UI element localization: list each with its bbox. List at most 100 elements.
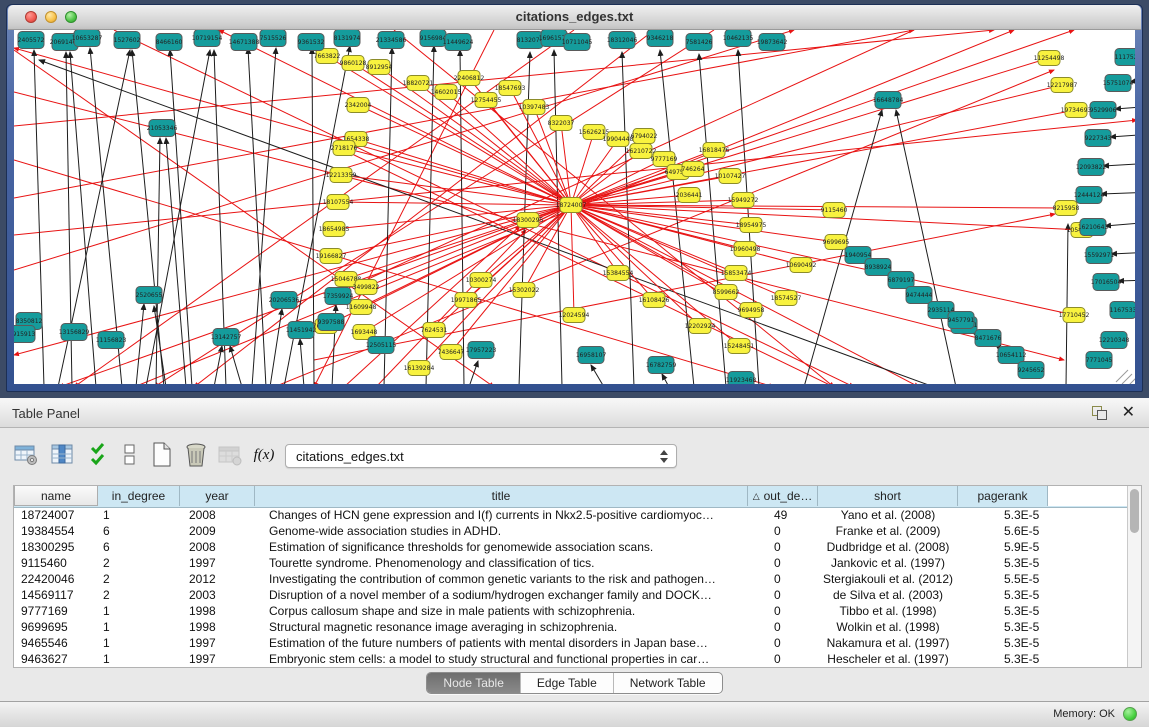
network-node[interactable]: 15949272 [728, 193, 759, 208]
network-node[interactable]: 18820721 [403, 76, 434, 91]
table-cell[interactable]: 19384554 [14, 523, 98, 539]
table-cell[interactable]: 2008 [180, 539, 255, 555]
table-cell[interactable]: 9115460 [14, 555, 98, 571]
column-header-short[interactable]: short [818, 486, 958, 506]
table-cell[interactable]: 0 [748, 619, 818, 635]
network-canvas[interactable]: 1872400783220371562621519904448679402216… [14, 30, 1135, 384]
table-row[interactable]: 1872400712008Changes of HCN gene express… [14, 507, 1127, 523]
network-node[interactable]: 15592971 [1084, 247, 1115, 264]
column-header-year[interactable]: year [180, 486, 255, 506]
network-node[interactable]: 8471676 [975, 330, 1002, 347]
network-node[interactable]: 14602015 [431, 85, 462, 100]
network-node[interactable]: 2718176 [331, 141, 358, 156]
table-cell[interactable]: 0 [748, 651, 818, 667]
network-node[interactable]: 20206536 [269, 292, 300, 309]
table-cell[interactable]: 1997 [180, 555, 255, 571]
network-node[interactable]: 7436647 [438, 345, 465, 360]
network-node[interactable]: 19873642 [757, 34, 788, 51]
float-panel-icon[interactable] [1092, 406, 1107, 420]
network-node[interactable]: 12444124 [1074, 187, 1105, 204]
column-header-out_de[interactable]: △out_de… [748, 486, 818, 506]
table-cell[interactable]: 5.3E-5 [958, 587, 1048, 603]
table-cell[interactable]: Stergiakouli et al. (2012) [818, 571, 958, 587]
table-cell[interactable]: Corpus callosum shape and size in male p… [255, 603, 748, 619]
column-header-name[interactable]: name [14, 486, 98, 506]
table-cell[interactable]: Tourette syndrome. Phenomenology and cla… [255, 555, 748, 571]
network-node[interactable]: 9457791 [948, 312, 975, 329]
window-titlebar[interactable]: citations_edges.txt [8, 5, 1141, 30]
network-node[interactable]: 12093822 [1076, 159, 1107, 176]
network-node[interactable]: 2520655 [136, 287, 163, 304]
network-node[interactable]: 7771045 [1086, 352, 1113, 369]
network-node[interactable]: 10397483 [519, 100, 550, 115]
delete-table-icon[interactable] [216, 440, 244, 470]
network-node[interactable]: 10960498 [730, 242, 761, 257]
table-cell[interactable]: 2 [98, 587, 180, 603]
network-node[interactable]: 16782759 [646, 357, 677, 374]
network-node[interactable]: 9860128 [340, 56, 367, 71]
close-panel-icon[interactable]: ✕ [1122, 403, 1135, 423]
table-selector[interactable]: citations_edges.txt [285, 444, 677, 468]
network-node[interactable]: 12505115 [366, 337, 397, 354]
table-cell[interactable]: 2 [98, 555, 180, 571]
network-node[interactable]: 12202924 [685, 319, 716, 334]
table-cell[interactable]: 5.9E-5 [958, 539, 1048, 555]
table-cell[interactable]: 5.3E-5 [958, 635, 1048, 651]
network-node[interactable]: 10300274 [466, 273, 497, 288]
table-cell[interactable]: Yano et al. (2008) [818, 507, 958, 523]
network-node[interactable]: 8466160 [156, 34, 183, 51]
table-cell[interactable]: Wolkin et al. (1998) [818, 619, 958, 635]
network-node[interactable]: 3915913 [14, 326, 36, 343]
network-node[interactable]: 16210643 [1078, 219, 1109, 236]
show-columns-icon[interactable] [48, 440, 76, 470]
network-node[interactable]: 15248451 [724, 339, 755, 354]
table-cell[interactable]: Estimation of significance thresholds fo… [255, 539, 748, 555]
network-node[interactable]: 19734693 [1061, 103, 1092, 118]
network-node[interactable]: 11156823 [96, 332, 127, 349]
table-mode-icon[interactable] [12, 440, 40, 470]
table-cell[interactable]: 9777169 [14, 603, 98, 619]
table-cell[interactable]: Franke et al. (2009) [818, 523, 958, 539]
table-cell[interactable]: 14569117 [14, 587, 98, 603]
network-node[interactable]: 11451942 [286, 322, 317, 339]
table-cell[interactable]: Tibbo et al. (1998) [818, 603, 958, 619]
network-node[interactable]: 11449624 [443, 34, 474, 51]
network-node[interactable]: 7515526 [260, 30, 287, 47]
canvas-resize-grip[interactable] [1116, 370, 1135, 384]
tab-network-table[interactable]: Network Table [614, 673, 722, 693]
table-cell[interactable]: 0 [748, 555, 818, 571]
table-cell[interactable]: 5.3E-5 [958, 507, 1048, 523]
table-cell[interactable]: 2009 [180, 523, 255, 539]
network-node[interactable]: 16139284 [404, 361, 435, 376]
network-node[interactable]: 2405572 [18, 32, 45, 49]
network-node[interactable]: 18107554 [323, 195, 354, 210]
table-cell[interactable]: 1 [98, 619, 180, 635]
table-cell[interactable]: 18300295 [14, 539, 98, 555]
table-cell[interactable]: 1998 [180, 619, 255, 635]
network-canvas-svg[interactable]: 1872400783220371562621519904448679402216… [14, 30, 1135, 384]
network-node[interactable]: 13156829 [59, 324, 90, 341]
network-node[interactable]: 7624531 [421, 323, 448, 338]
network-hub-node[interactable]: 18724007 [556, 198, 587, 213]
network-node[interactable]: 12754455 [471, 93, 502, 108]
network-node[interactable]: 1167533 [1110, 302, 1135, 319]
network-node[interactable]: 9115460 [821, 203, 848, 218]
table-cell[interactable]: 6 [98, 539, 180, 555]
network-node[interactable]: 19971865 [451, 293, 482, 308]
column-header-in_degree[interactable]: in_degree [98, 486, 180, 506]
table-cell[interactable]: 5.3E-5 [958, 555, 1048, 571]
network-node[interactable]: 9227343 [1085, 130, 1112, 147]
table-cell[interactable]: 18724007 [14, 507, 98, 523]
network-node[interactable]: 1117524 [1115, 49, 1135, 66]
table-cell[interactable]: Investigating the contribution of common… [255, 571, 748, 587]
network-node[interactable]: 18574527 [771, 291, 802, 306]
network-node[interactable]: 9529906 [1090, 102, 1117, 119]
table-row[interactable]: 911546021997Tourette syndrome. Phenomeno… [14, 555, 1127, 571]
network-node[interactable]: 7581426 [686, 34, 713, 51]
table-row[interactable]: 969969511998Structural magnetic resonanc… [14, 619, 1127, 635]
network-node[interactable]: 18312046 [607, 32, 638, 49]
table-row[interactable]: 977716911998Corpus callosum shape and si… [14, 603, 1127, 619]
network-node[interactable]: 9397588 [318, 314, 345, 331]
table-cell[interactable]: 5.5E-5 [958, 571, 1048, 587]
network-node[interactable]: 12210348 [1099, 332, 1130, 349]
